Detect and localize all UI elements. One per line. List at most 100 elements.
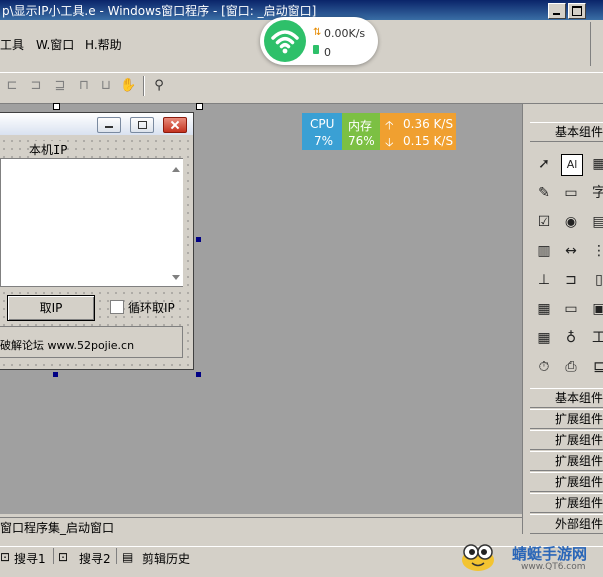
slider-tool-icon[interactable]: ⋮ <box>589 241 603 261</box>
palette-group-label: 扩展组件 <box>554 454 603 468</box>
menu-tools[interactable]: 工具 <box>0 36 24 53</box>
form-minimize-button[interactable] <box>97 117 121 133</box>
download-speed: 0.15 K/S <box>403 134 454 148</box>
tab-search1[interactable]: 搜寻1 <box>14 550 46 567</box>
tool-tool-icon[interactable]: 工 <box>589 328 603 348</box>
wifi-icon <box>264 20 306 62</box>
palette-group-extended[interactable]: 扩展组件 <box>530 409 603 429</box>
palette-group-label: 外部组件 <box>554 517 603 531</box>
resize-handle[interactable] <box>53 372 58 377</box>
resize-handle[interactable] <box>196 237 201 242</box>
network-tool-icon[interactable]: ♁ <box>561 328 581 348</box>
cpu-label: CPU <box>310 117 335 131</box>
frame-tool-icon[interactable]: ⊐ <box>561 270 581 290</box>
network-count-value: 0 <box>324 46 331 59</box>
calendar-tool-icon[interactable]: ▦ <box>534 299 554 319</box>
checkbox-tool-icon[interactable]: ☑ <box>534 212 554 232</box>
palette-group-label: 扩展组件 <box>554 496 603 510</box>
radio-tool-icon[interactable]: ◉ <box>561 212 581 232</box>
font-tool-icon[interactable]: 字 <box>589 183 603 203</box>
image-tool-icon[interactable]: ▣ <box>589 299 603 319</box>
pointer-icon[interactable]: ➚ <box>534 154 554 174</box>
app-title: p\显示IP小工具.e - Windows窗口程序 - [窗口: _启动窗口] <box>2 4 317 18</box>
resize-handle[interactable] <box>53 103 60 110</box>
table-tool-icon[interactable]: ▦ <box>534 328 554 348</box>
align-top-icon[interactable]: ⊓ <box>76 78 92 94</box>
menu-tools-label: 工具 <box>0 38 25 52</box>
palette-group-label: 扩展组件 <box>554 412 603 426</box>
get-ip-button[interactable]: 取IP <box>7 295 95 321</box>
resize-handle[interactable] <box>196 103 203 110</box>
battery-icon <box>313 45 319 54</box>
palette-group-label: 基本组件 <box>554 391 603 405</box>
hand-icon[interactable]: ✋ <box>120 78 136 94</box>
bottom-separator <box>116 548 117 564</box>
scroll-up-icon[interactable] <box>172 167 180 172</box>
label-tool-icon[interactable]: Al <box>561 154 583 176</box>
menu-divider <box>590 22 591 66</box>
align-center-icon[interactable]: ⊐ <box>28 78 44 94</box>
watermark-domain: www.QT6.com <box>521 562 586 572</box>
window-maximize-button[interactable] <box>568 3 586 19</box>
loop-checkbox[interactable] <box>110 300 124 314</box>
search2-icon[interactable]: ⊡ <box>58 550 68 564</box>
upload-speed-icon: ⇅ <box>313 27 322 38</box>
listbox-tool-icon[interactable]: ▤ <box>589 212 603 232</box>
palette-header[interactable]: 基本组件 <box>530 122 603 142</box>
resize-handle[interactable] <box>196 372 201 377</box>
window-minimize-button[interactable] <box>548 3 566 19</box>
palette-group-external[interactable]: 外部组件 <box>530 514 603 534</box>
palette-group-extended[interactable]: 扩展组件 <box>530 472 603 492</box>
footer-label: 破解论坛 www.52pojie.cn <box>0 339 135 352</box>
network-monitor: 🡡 0.36 K/S 🡣 0.15 K/S <box>380 113 456 150</box>
tab-startup-window[interactable]: 窗口程序集_启动窗口 <box>0 519 114 536</box>
ip-text-box[interactable] <box>0 158 183 287</box>
memory-monitor: 内存 76% <box>342 113 380 150</box>
scroll-down-icon[interactable] <box>172 275 180 280</box>
scrollbar-tool-icon[interactable]: ↔ <box>561 241 581 261</box>
edit-tool-icon[interactable]: ✎ <box>534 183 554 203</box>
picture-tool-icon[interactable]: ▦ <box>589 154 603 174</box>
menu-window[interactable]: W.窗口 <box>36 36 74 53</box>
loop-checkbox-label: 循环取IP <box>128 301 175 315</box>
timer-tool-icon[interactable]: ⏱ <box>534 357 554 377</box>
grid-tool-icon[interactable]: ▥ <box>534 241 554 261</box>
palette-group-extended[interactable]: 扩展组件 <box>530 451 603 471</box>
watermark-site-name: 蜻蜓手游网 <box>512 545 588 563</box>
palette-group-extended[interactable]: 扩展组件 <box>530 493 603 513</box>
memory-label: 内存 <box>348 119 373 133</box>
search1-icon[interactable]: ⊡ <box>0 550 10 564</box>
printer-tool-icon[interactable]: ⎙ <box>561 357 581 377</box>
form-maximize-button[interactable] <box>130 117 154 133</box>
textbox-tool-icon[interactable]: ▭ <box>561 183 581 203</box>
form-close-button[interactable] <box>163 117 187 133</box>
download-arrow-icon: 🡣 <box>385 135 394 149</box>
binoculars-icon[interactable]: ⚲ <box>151 78 167 94</box>
tab-search2[interactable]: 搜寻2 <box>79 550 111 567</box>
clipboard-icon[interactable]: ▤ <box>122 550 133 564</box>
bottom-separator <box>53 548 54 564</box>
local-ip-label[interactable]: 本机IP <box>29 141 68 158</box>
palette-group-extended[interactable]: 扩展组件 <box>530 430 603 450</box>
palette-header-label: 基本组件 <box>554 125 603 139</box>
menu-help[interactable]: H.帮助 <box>85 36 122 53</box>
palette-group-basic[interactable]: 基本组件 <box>530 388 603 408</box>
text-box-scrollbar[interactable] <box>166 159 182 285</box>
dragonfly-logo-icon <box>456 538 500 572</box>
align-left-icon[interactable]: ⊏ <box>4 78 20 94</box>
align-middle-icon[interactable]: ⊔ <box>98 78 114 94</box>
palette-group-label: 扩展组件 <box>554 475 603 489</box>
cpu-monitor: CPU 7% <box>302 113 342 150</box>
palette-group-label: 扩展组件 <box>554 433 603 447</box>
tab-clip-history[interactable]: 剪辑历史 <box>142 550 190 567</box>
ruler-tool-icon[interactable]: ⊥ <box>534 270 554 290</box>
panel-tool-icon[interactable]: ▯ <box>589 270 603 290</box>
align-right-icon[interactable]: ⊒ <box>52 78 68 94</box>
cpu-value: 7% <box>314 134 334 148</box>
button-tool-icon[interactable]: ▭ <box>561 299 581 319</box>
upload-speed: 0.36 K/S <box>403 117 454 131</box>
memory-value: 76% <box>348 134 375 148</box>
toolbar-separator <box>143 76 145 96</box>
network-speed-value: 0.00K/s <box>324 27 366 40</box>
layout-tool-icon[interactable]: ⊑ <box>589 357 603 377</box>
